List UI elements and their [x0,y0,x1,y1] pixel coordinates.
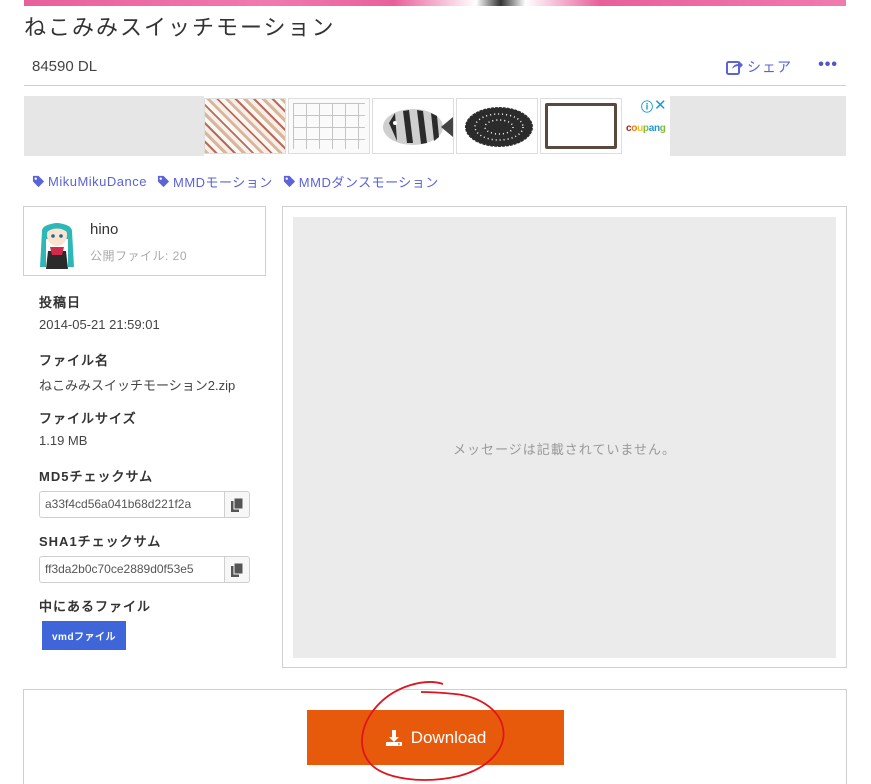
posted-date-value: 2014-05-21 21:59:01 [39,317,160,332]
ad-product-image[interactable] [540,98,622,154]
filename-value: ねこみみスイッチモーション2.zip [39,378,236,393]
share-button[interactable]: シェア [726,57,792,77]
message-box: メッセージは記載されていません。 [293,217,836,658]
download-count: 84590 DL [32,58,98,75]
share-icon [726,61,743,75]
page-title: ねこみみスイッチモーション [24,15,336,40]
filename-label: ファイル名 [39,353,110,368]
header-banner-image [24,0,846,6]
ad-product-image[interactable] [372,98,454,154]
tag-link[interactable]: MMDモーション [157,172,273,191]
md5-input-group: a33f4cd56a041b68d221f2a [39,491,250,518]
copy-icon [231,497,243,512]
close-icon[interactable]: ✕ [654,96,667,114]
tag-label: MikuMikuDance [48,174,147,189]
md5-field[interactable]: a33f4cd56a041b68d221f2a [39,491,224,518]
md5-label: MD5チェックサム [39,469,154,484]
public-files-count: 公開ファイル: 20 [90,249,188,263]
advertisement-banner[interactable]: ⓘ ✕ coupang [24,96,846,156]
ad-product-image[interactable] [288,98,370,154]
sha1-label: SHA1チェックサム [39,534,162,549]
copy-md5-button[interactable] [224,491,250,518]
tag-icon [32,175,45,188]
download-label: Download [410,727,487,747]
filesize-label: ファイルサイズ [39,411,137,426]
ad-product-image[interactable] [456,98,538,154]
message-text: メッセージは記載されていません。 [453,442,676,457]
tag-icon [283,175,295,188]
ad-content[interactable]: ⓘ ✕ coupang [204,96,670,156]
ad-product-image[interactable] [204,98,286,154]
meta-row: 84590 DL シェア ••• [24,52,846,86]
filesize-section: ファイルサイズ 1.19 MB [39,408,137,448]
avatar[interactable] [38,217,76,269]
more-options-button[interactable]: ••• [818,56,838,74]
message-panel: メッセージは記載されていません。 [282,206,847,668]
share-label: シェア [747,59,792,75]
sha1-field[interactable]: ff3da2b0c70ce2889d0f53e5 [39,556,224,583]
sha1-section: SHA1チェックサム ff3da2b0c70ce2889d0f53e5 [39,531,250,583]
adchoices-icon[interactable]: ⓘ [641,98,653,115]
filename-section: ファイル名 ねこみみスイッチモーション2.zip [39,350,235,394]
posted-date-label: 投稿日 [39,295,82,310]
tag-list: MikuMikuDance MMDモーション MMDダンスモーション [32,172,439,191]
tag-label: MMDダンスモーション [298,175,439,190]
tag-link[interactable]: MMDダンスモーション [283,172,439,191]
download-button[interactable]: Download [307,710,564,765]
tag-label: MMDモーション [172,175,273,190]
ad-brand-logo[interactable]: coupang [626,123,666,134]
contents-label: 中にあるファイル [39,599,152,614]
tag-icon [157,175,170,188]
download-panel: Download [23,689,847,784]
contents-section: 中にあるファイル vmdファイル [39,596,151,650]
copy-sha1-button[interactable] [224,556,250,583]
user-name[interactable]: hino [90,221,118,238]
copy-icon [231,562,243,577]
posted-date-section: 投稿日 2014-05-21 21:59:01 [39,292,160,332]
user-card[interactable]: hino 公開ファイル: 20 [23,206,266,276]
download-icon [385,729,402,746]
filesize-value: 1.19 MB [39,433,88,448]
tag-link[interactable]: MikuMikuDance [32,172,147,191]
md5-section: MD5チェックサム a33f4cd56a041b68d221f2a [39,466,250,518]
file-type-chip[interactable]: vmdファイル [42,621,127,650]
sha1-input-group: ff3da2b0c70ce2889d0f53e5 [39,556,250,583]
